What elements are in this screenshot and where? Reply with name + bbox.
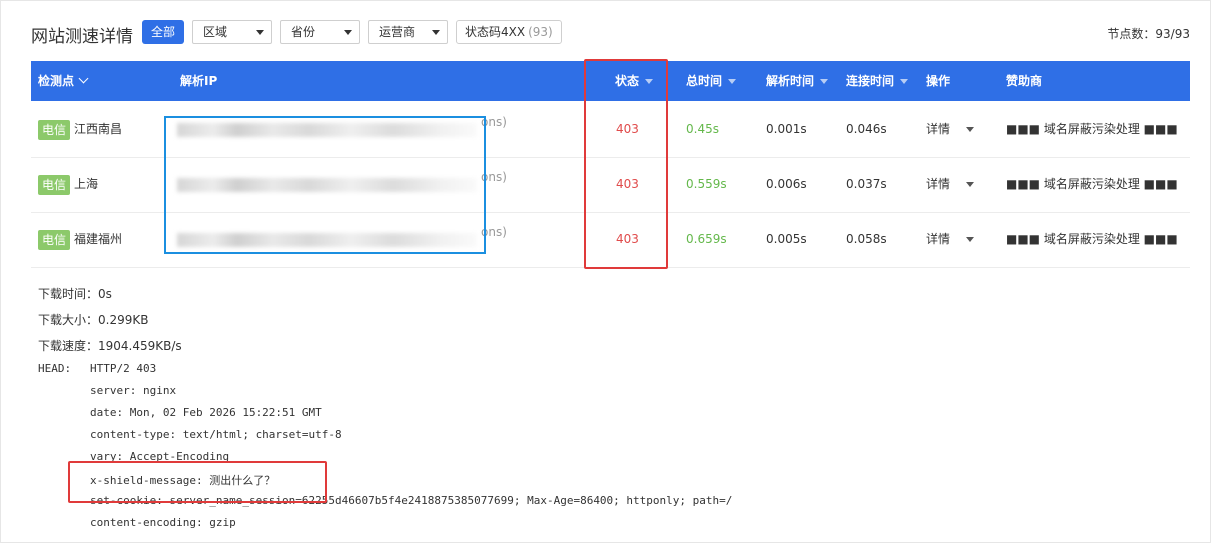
chevron-down-icon (256, 30, 264, 35)
dns-time-value: 0.001s (766, 122, 807, 136)
details-label: 详情 (926, 122, 951, 136)
dns-time-value: 0.005s (766, 232, 807, 246)
header-line: content-type: text/html; charset=utf-8 (90, 428, 342, 441)
status-code-filter-button[interactable]: 状态码4XX (93) (456, 20, 562, 44)
sort-icon (728, 79, 737, 84)
header-line: HTTP/2 403 (90, 362, 157, 375)
column-ip-label: 解析IP (180, 74, 218, 88)
column-action: 操作 (926, 61, 950, 101)
sort-icon (820, 79, 829, 84)
connect-time-value: 0.046s (846, 122, 887, 136)
caret-down-icon (966, 127, 975, 132)
column-sponsor-label: 赞助商 (1006, 74, 1043, 88)
node-count: 节点数：93/93 (1107, 27, 1190, 41)
status-annotation (584, 59, 668, 269)
sponsor-link[interactable]: ■■■ 域名屏蔽污染处理 ■■■ (1006, 157, 1178, 212)
column-ip: 解析IP (180, 61, 217, 101)
head-label: HEAD: (38, 362, 72, 375)
filter-all-button[interactable]: 全部 (142, 20, 185, 44)
province-select-label: 省份 (291, 25, 316, 39)
caret-down-icon (966, 182, 975, 187)
shield-message-annotation (68, 461, 327, 503)
column-probe[interactable]: 检测点 (38, 61, 89, 101)
region-select[interactable]: 区域 (192, 20, 272, 44)
column-total-time[interactable]: 总时间 (686, 61, 737, 101)
details-dropdown[interactable]: 详情 (926, 212, 975, 267)
connect-time-value: 0.058s (846, 232, 887, 246)
download-time: 下载时间：0s (38, 287, 112, 301)
dns-time-value: 0.006s (766, 177, 807, 191)
column-connect-time-label: 连接时间 (846, 74, 895, 88)
details-label: 详情 (926, 177, 951, 191)
download-size: 下载大小：0.299KB (38, 313, 149, 327)
region-select-label: 区域 (203, 25, 228, 39)
ip-redaction-annotation (164, 116, 486, 254)
caret-down-icon (966, 237, 975, 242)
details-dropdown[interactable]: 详情 (926, 157, 975, 212)
total-time-value: 0.659s (686, 232, 727, 246)
sponsor-link[interactable]: ■■■ 域名屏蔽污染处理 ■■■ (1006, 102, 1178, 157)
isp-select-label: 运营商 (379, 25, 416, 39)
header-line: content-encoding: gzip (90, 516, 236, 529)
status-code-label: 状态码4XX (465, 25, 526, 39)
sponsor-link[interactable]: ■■■ 域名屏蔽污染处理 ■■■ (1006, 212, 1178, 267)
header-line: date: Mon, 02 Feb 2026 15:22:51 GMT (90, 406, 322, 419)
page-title: 网站测速详情 (31, 27, 133, 47)
connect-time-value: 0.037s (846, 177, 887, 191)
province-select[interactable]: 省份 (280, 20, 360, 44)
isp-select[interactable]: 运营商 (368, 20, 448, 44)
chevron-down-icon (432, 30, 440, 35)
chevron-down-icon (344, 30, 352, 35)
status-code-count: (93) (528, 25, 553, 39)
details-dropdown[interactable]: 详情 (926, 102, 975, 157)
column-total-time-label: 总时间 (686, 74, 723, 88)
chevron-down-icon (78, 73, 89, 84)
details-label: 详情 (926, 232, 951, 246)
column-action-label: 操作 (926, 74, 951, 88)
column-dns-time[interactable]: 解析时间 (766, 61, 829, 101)
sort-icon (900, 79, 909, 84)
download-speed: 下载速度：1904.459KB/s (38, 339, 182, 353)
column-dns-time-label: 解析时间 (766, 74, 815, 88)
column-connect-time[interactable]: 连接时间 (846, 61, 909, 101)
total-time-value: 0.45s (686, 122, 719, 136)
column-probe-label: 检测点 (38, 74, 75, 88)
header-line: server: nginx (90, 384, 177, 397)
total-time-value: 0.559s (686, 177, 727, 191)
column-sponsor: 赞助商 (1006, 61, 1042, 101)
